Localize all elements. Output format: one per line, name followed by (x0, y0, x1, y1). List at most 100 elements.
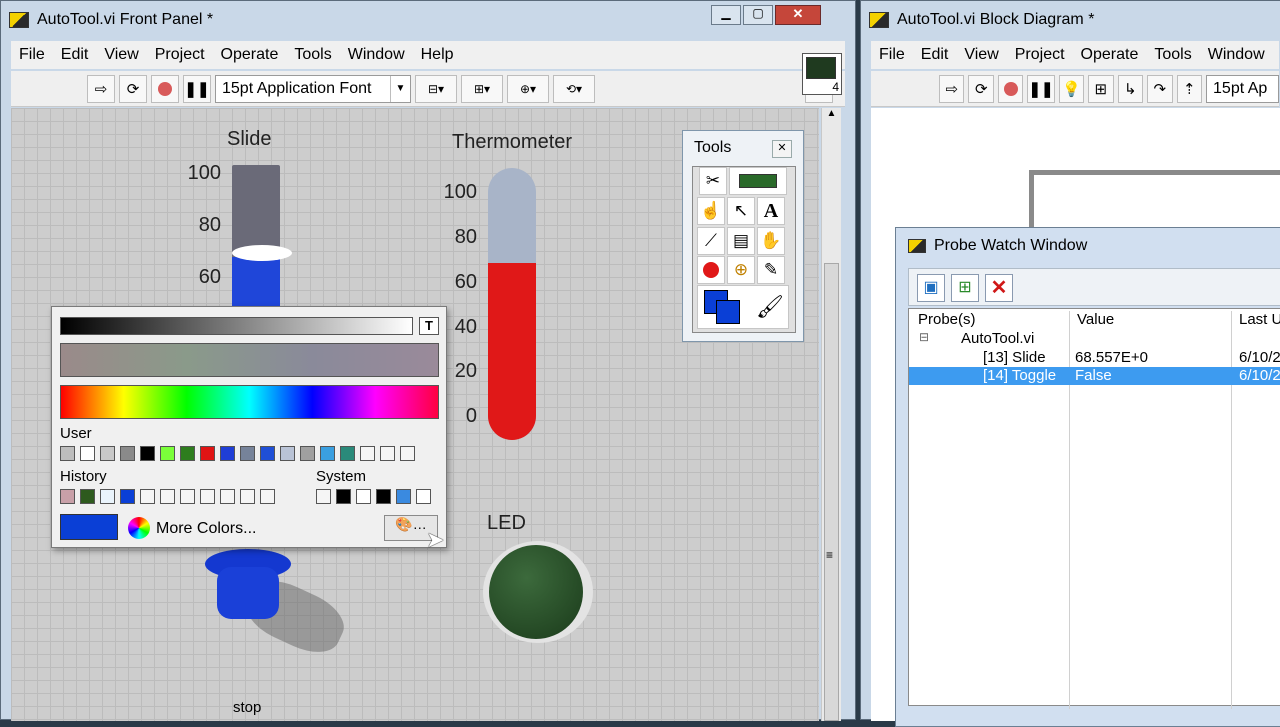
history-color-swatch[interactable] (180, 489, 195, 504)
edit-text-icon[interactable]: A (757, 197, 785, 225)
fp-menu-view[interactable]: View (104, 46, 138, 64)
run-arrow-icon[interactable]: ⇨ (939, 74, 965, 103)
history-color-swatch[interactable] (200, 489, 215, 504)
minimize-button[interactable]: ▁ (711, 5, 741, 25)
thermometer-tube[interactable] (488, 168, 536, 440)
history-color-swatch[interactable] (100, 489, 115, 504)
pause-icon[interactable]: ❚❚ (1027, 74, 1055, 103)
grayscale-bar[interactable] (60, 317, 413, 335)
fp-menu-project[interactable]: Project (155, 46, 205, 64)
tree-row-vi[interactable]: ⊟ AutoTool.vi (909, 330, 1280, 348)
add-probe-icon[interactable]: ⊞ (951, 274, 979, 302)
bd-menu-tools[interactable]: Tools (1154, 46, 1191, 64)
user-color-swatch[interactable] (160, 446, 175, 461)
set-color-icon[interactable]: 🖌 (697, 285, 789, 329)
fp-menu-help[interactable]: Help (421, 46, 454, 64)
tools-palette[interactable]: Tools ✕ ✂ ☝ ↖ A ⟋ ▤ ✋ ⊕ ✎ 🖌 (682, 130, 804, 342)
system-color-swatches[interactable] (316, 489, 436, 509)
color-picker-popup[interactable]: T User History System More Colors... 🎨… … (51, 306, 447, 552)
fp-menu-tools[interactable]: Tools (294, 46, 331, 64)
user-color-swatch[interactable] (60, 446, 75, 461)
user-color-swatch[interactable] (220, 446, 235, 461)
abort-icon[interactable] (151, 74, 179, 103)
user-color-swatch[interactable] (140, 446, 155, 461)
led-indicator[interactable] (483, 541, 593, 643)
bd-menu-view[interactable]: View (964, 46, 998, 64)
table-row-selected[interactable]: [14] Toggle False 6/10/2 (909, 367, 1280, 385)
history-color-swatch[interactable] (160, 489, 175, 504)
probe-titlebar[interactable]: Probe Watch Window (896, 228, 1280, 264)
user-color-swatch[interactable] (120, 446, 135, 461)
step-over-icon[interactable]: ↷ (1147, 74, 1173, 103)
scroll-thumb[interactable] (824, 263, 839, 721)
font-select[interactable]: 15pt Application Font ▼ (215, 74, 411, 103)
reorder-icon[interactable]: ⟲▾ (553, 74, 595, 103)
step-into-icon[interactable]: ↳ (1117, 74, 1144, 103)
column-header-last-updated[interactable]: Last U (1239, 311, 1280, 328)
fp-menu-edit[interactable]: Edit (61, 46, 89, 64)
user-color-swatch[interactable] (280, 446, 295, 461)
get-color-icon[interactable]: ✎ (757, 256, 785, 284)
vertical-scrollbar[interactable]: ▲ ≡ (821, 108, 841, 721)
step-out-icon[interactable]: ⇡ (1176, 74, 1203, 103)
toggle-button[interactable] (205, 549, 352, 663)
shortcut-menu-icon[interactable]: ▤ (727, 227, 755, 255)
bd-menu-project[interactable]: Project (1015, 46, 1065, 64)
user-color-swatch[interactable] (360, 446, 375, 461)
probe-data-icon[interactable]: ⊕ (727, 256, 755, 284)
remove-probe-icon[interactable]: ✕ (985, 274, 1013, 302)
fp-menu-operate[interactable]: Operate (221, 46, 279, 64)
auto-tool-indicator-icon[interactable] (729, 167, 787, 195)
user-color-swatch[interactable] (340, 446, 355, 461)
breakpoint-icon[interactable] (697, 256, 725, 284)
table-row[interactable]: [13] Slide 68.557E+0 6/10/2 (909, 349, 1280, 367)
distribute-objects-icon[interactable]: ⊞▾ (461, 74, 503, 103)
vi-connector-icon[interactable]: 4 (802, 53, 842, 95)
system-color-swatch[interactable] (416, 489, 431, 504)
retain-wire-values-icon[interactable]: ⊞ (1088, 74, 1114, 103)
history-color-swatch[interactable] (220, 489, 235, 504)
scroll-window-icon[interactable]: ✋ (757, 227, 785, 255)
user-color-swatches[interactable] (60, 446, 420, 466)
probe-table[interactable]: Probe(s) Value Last U ⊟ AutoTool.vi [13]… (908, 308, 1280, 709)
user-color-swatch[interactable] (100, 446, 115, 461)
run-continuously-icon[interactable]: ⟳ (968, 74, 994, 103)
history-color-swatch[interactable] (80, 489, 95, 504)
position-select-icon[interactable]: ↖ (727, 197, 755, 225)
user-color-swatch[interactable] (240, 446, 255, 461)
fp-menu-file[interactable]: File (19, 46, 45, 64)
column-header-probes[interactable]: Probe(s) (918, 311, 976, 328)
scroll-up-arrow[interactable]: ▲ (822, 108, 841, 126)
user-color-swatch[interactable] (320, 446, 335, 461)
history-color-swatch[interactable] (60, 489, 75, 504)
bd-menu-file[interactable]: File (879, 46, 905, 64)
abort-icon[interactable] (997, 74, 1024, 103)
column-header-value[interactable]: Value (1077, 311, 1114, 328)
resize-objects-icon[interactable]: ⊕▾ (507, 74, 549, 103)
transparent-button[interactable]: T (419, 317, 439, 335)
hue-spectrum-bar[interactable] (60, 385, 439, 419)
close-button[interactable]: ✕ (775, 5, 821, 25)
run-continuously-icon[interactable]: ⟳ (119, 74, 147, 103)
operate-value-icon[interactable]: ☝ (697, 197, 725, 225)
block-diagram-titlebar[interactable]: AutoTool.vi Block Diagram * (861, 1, 1280, 39)
system-color-swatch[interactable] (396, 489, 411, 504)
system-color-swatch[interactable] (376, 489, 391, 504)
user-color-swatch[interactable] (380, 446, 395, 461)
bd-menu-edit[interactable]: Edit (921, 46, 949, 64)
user-color-swatch[interactable] (400, 446, 415, 461)
history-color-swatches[interactable] (60, 489, 280, 509)
collapse-icon[interactable]: ⊟ (919, 330, 929, 344)
bd-menu-window[interactable]: Window (1208, 46, 1265, 64)
user-color-swatch[interactable] (300, 446, 315, 461)
slide-thumb[interactable] (232, 245, 292, 261)
system-color-swatch[interactable] (356, 489, 371, 504)
maximize-button[interactable]: ▢ (743, 5, 773, 25)
system-color-swatch[interactable] (316, 489, 331, 504)
connect-wire-icon[interactable]: ⟋ (697, 227, 725, 255)
bd-menu-operate[interactable]: Operate (1081, 46, 1139, 64)
history-color-swatch[interactable] (140, 489, 155, 504)
tools-close-button[interactable]: ✕ (772, 140, 792, 158)
user-color-swatch[interactable] (80, 446, 95, 461)
system-color-swatch[interactable] (336, 489, 351, 504)
